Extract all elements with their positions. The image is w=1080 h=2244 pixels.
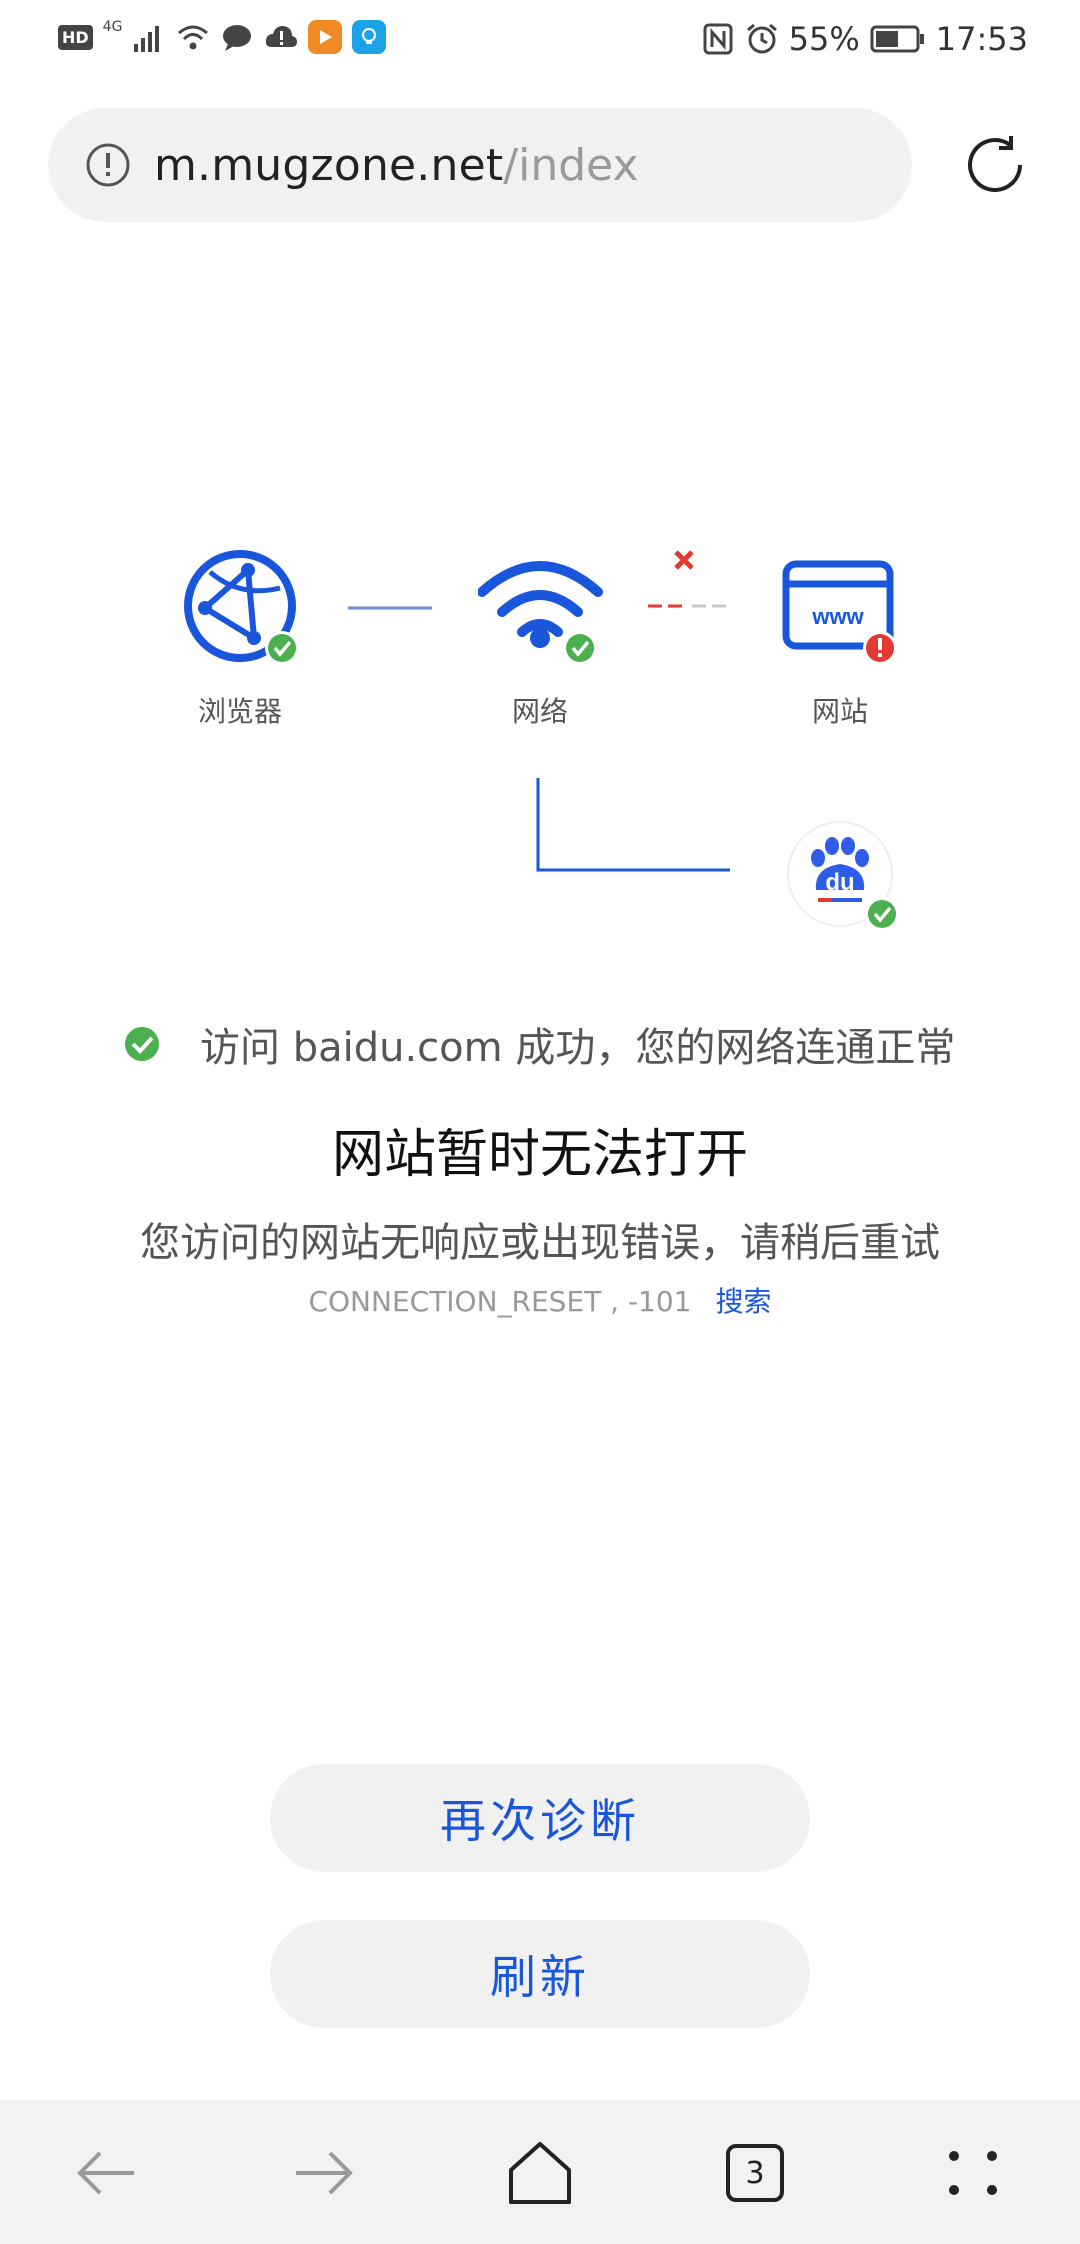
status-left-icons: HD 4G [58, 19, 387, 54]
browser-label: 浏览器 [197, 695, 282, 728]
cloud-alert-icon [266, 26, 298, 47]
reload-icon[interactable] [958, 128, 1032, 202]
website-label: 网站 [811, 695, 868, 728]
www-text: www [811, 604, 864, 629]
address-bar[interactable]: m.mugzone.net/index [48, 108, 912, 222]
clock-time: 17:53 [935, 20, 1028, 58]
refresh-button[interactable]: 刷新 [270, 1920, 810, 2028]
status-right-icons: 55% 17:53 [701, 20, 1028, 58]
more-menu-icon[interactable] [938, 2138, 1008, 2208]
network-label: 网络 [511, 695, 568, 728]
success-check-icon [125, 1027, 159, 1061]
forward-arrow-icon[interactable] [288, 2138, 358, 2208]
error-subtitle: 您访问的网站无响应或出现错误，请稍后重试 [140, 1220, 940, 1266]
bottom-navigation-bar: 3 [0, 2100, 1080, 2244]
back-arrow-icon[interactable] [72, 2138, 142, 2208]
baidu-text: du [825, 869, 854, 896]
url-path[interactable]: /index [503, 140, 638, 191]
website-www-icon: www [782, 560, 897, 665]
search-link[interactable]: 搜索 [716, 1285, 772, 1318]
status-bar: HD 4G 55% 17:53 [0, 0, 1080, 80]
network-success-row: 访问 baidu.com 成功，您的网络连通正常 [122, 1015, 955, 1073]
browser-globe-icon [184, 550, 299, 665]
video-app-icon [308, 20, 343, 54]
wifi-icon [178, 25, 209, 50]
url-host[interactable]: m.mugzone.net [154, 140, 503, 191]
network-type: 4G [102, 19, 123, 35]
baidu-icon: du [787, 821, 899, 931]
network-success-text: 访问 baidu.com 成功，您的网络连通正常 [200, 1025, 956, 1071]
bulb-app-icon [352, 20, 387, 54]
rediagnose-button[interactable]: 再次诊断 [270, 1764, 810, 1872]
home-icon[interactable] [505, 2138, 575, 2208]
message-icon [223, 25, 252, 51]
broken-connection-icon [648, 550, 726, 608]
error-code-line: CONNECTION_RESET , -101 搜索 [0, 1280, 1080, 1320]
error-title: 网站暂时无法打开 [331, 1125, 748, 1185]
tabs-count-button[interactable]: 3 [726, 2144, 784, 2202]
battery-percent: 55% [788, 20, 860, 58]
signal-icon [134, 26, 160, 52]
info-icon[interactable] [82, 139, 134, 191]
nfc-icon [703, 23, 733, 55]
error-code: CONNECTION_RESET , -101 [308, 1285, 692, 1318]
connector-network-baidu [536, 778, 730, 872]
alarm-icon [746, 23, 777, 54]
connector-browser-network [348, 606, 432, 610]
network-wifi-icon [478, 561, 603, 665]
battery-icon [870, 25, 924, 53]
hd-badge: HD [58, 24, 93, 50]
